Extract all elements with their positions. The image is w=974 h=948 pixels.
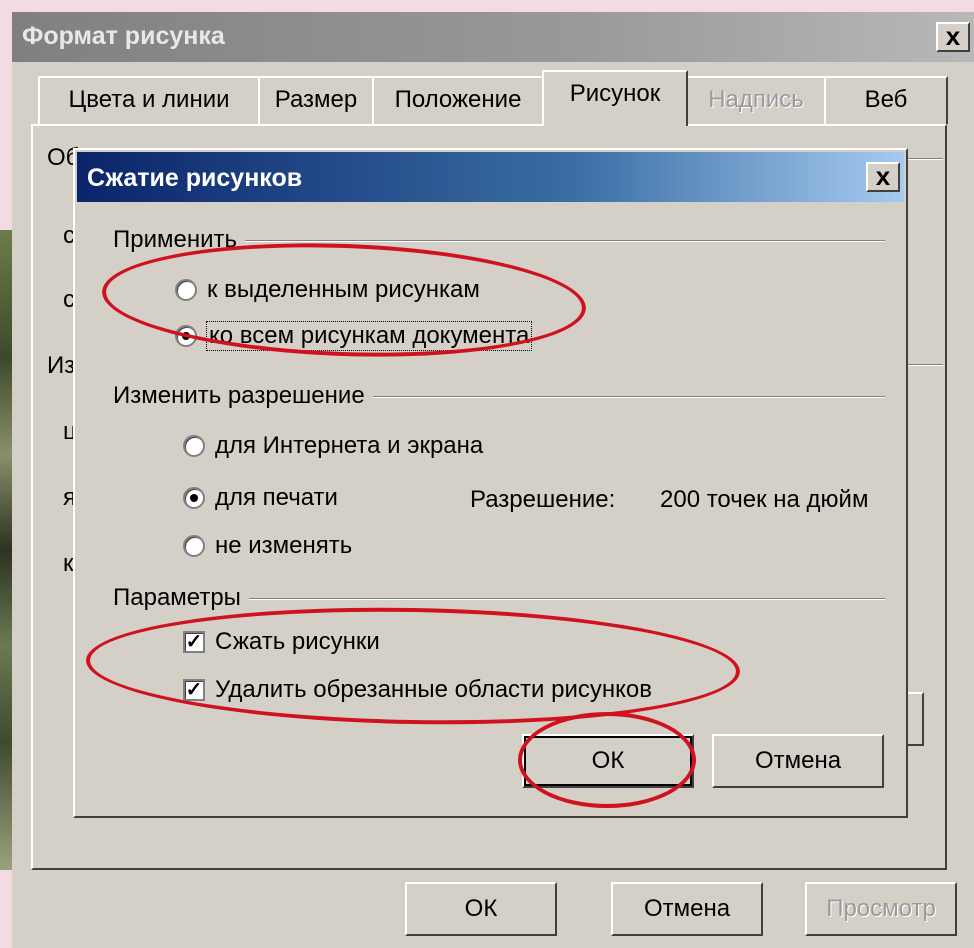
option-label: Сжать рисунки [215, 628, 380, 655]
outer-title: Формат рисунка [22, 22, 225, 50]
radio-icon[interactable] [183, 535, 205, 557]
compress-checkbox-option[interactable]: ✓ Сжать рисунки [183, 628, 380, 656]
compress-pictures-dialog: Сжатие рисунков x Применить к выделенным… [73, 148, 908, 818]
dialog-ok-button[interactable]: ОК [522, 734, 694, 788]
resolution-print-option[interactable]: для печати [183, 484, 338, 512]
option-label: не изменять [215, 532, 353, 559]
option-label: для Интернета и экрана [215, 432, 484, 459]
radio-icon[interactable] [183, 435, 205, 457]
outer-ok-button[interactable]: ОК [405, 882, 557, 936]
outer-cancel-button[interactable]: Отмена [611, 882, 763, 936]
checkmark-icon[interactable]: ✓ [183, 631, 205, 653]
bg-group-line [903, 364, 943, 366]
checkmark-icon[interactable]: ✓ [183, 679, 205, 701]
dialog-title: Сжатие рисунков [87, 164, 303, 192]
option-label: Удалить обрезанные области рисунков [215, 676, 652, 703]
dialog-close-button[interactable]: x [866, 162, 900, 192]
apply-all-option[interactable]: ко всем рисункам документа [175, 321, 533, 351]
tab-label: Размер [274, 86, 358, 113]
tab-web[interactable]: Веб [824, 76, 948, 124]
tab-label: Положение [394, 86, 522, 113]
tab-picture[interactable]: Рисунок [542, 70, 688, 126]
radio-icon[interactable] [175, 279, 197, 301]
tab-label: Рисунок [569, 80, 661, 107]
dialog-titlebar: Сжатие рисунков x [77, 152, 904, 202]
resolution-keep-option[interactable]: не изменять [183, 532, 352, 560]
tab-label: Цвета и линии [68, 86, 230, 113]
tab-colors-lines[interactable]: Цвета и линии [38, 76, 260, 124]
bg-group-line [903, 158, 943, 160]
tab-text-box[interactable]: Надпись [686, 76, 826, 124]
option-label: для печати [215, 484, 338, 511]
outer-titlebar: Формат рисунка x [12, 12, 974, 62]
outer-close-button[interactable]: x [936, 22, 970, 52]
dialog-cancel-button[interactable]: Отмена [712, 734, 884, 788]
tab-position[interactable]: Положение [372, 76, 544, 124]
outer-preview-button[interactable]: Просмотр [805, 882, 957, 936]
option-label: ко всем рисункам документа [205, 321, 533, 351]
apply-group-label: Применить [113, 226, 246, 254]
resolution-readout-value: 200 точек на дюйм [660, 486, 869, 513]
params-group-label: Параметры [113, 584, 249, 612]
delete-cropped-checkbox-option[interactable]: ✓ Удалить обрезанные области рисунков [183, 676, 652, 704]
radio-icon[interactable] [183, 487, 205, 509]
resolution-readout-label: Разрешение: [470, 486, 616, 513]
resolution-web-option[interactable]: для Интернета и экрана [183, 432, 483, 460]
option-label: к выделенным рисункам [207, 276, 480, 303]
resolution-group-label: Изменить разрешение [113, 382, 373, 410]
radio-icon[interactable] [175, 325, 197, 347]
apply-selected-option[interactable]: к выделенным рисункам [175, 276, 480, 304]
tab-label: Надпись [708, 86, 804, 113]
tab-label: Веб [864, 86, 908, 113]
tab-size[interactable]: Размер [258, 76, 374, 124]
